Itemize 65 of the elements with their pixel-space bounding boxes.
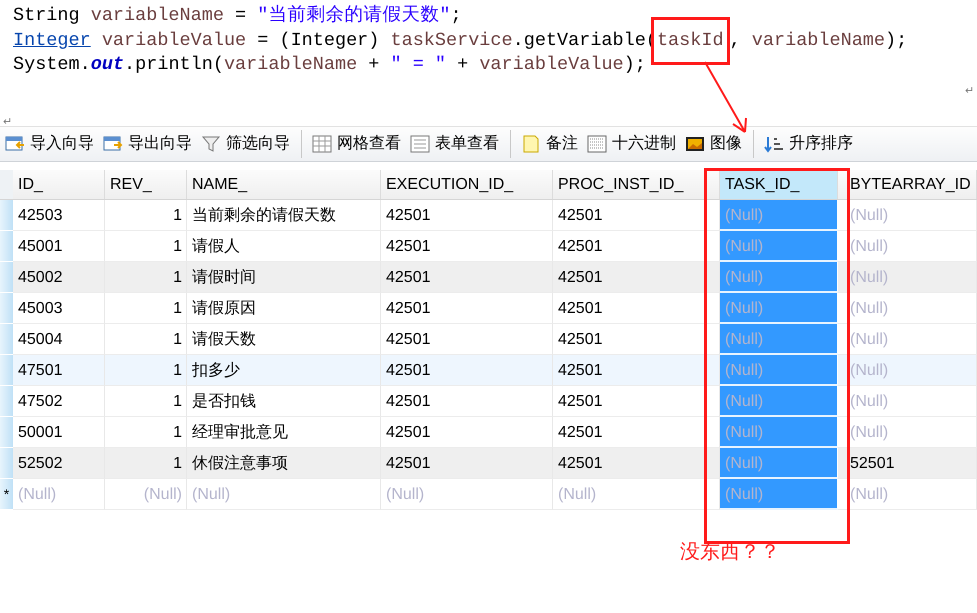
toolbar-button[interactable]: 导入向导 — [3, 128, 101, 158]
table-wizard-icon — [103, 134, 123, 152]
row-header[interactable] — [0, 354, 13, 386]
table-row[interactable]: 50001 1 经理审批意见 42501 42501 (Null) (Null) — [0, 416, 977, 448]
toolbar-button[interactable]: 十六进制 — [585, 128, 683, 158]
row-header[interactable] — [0, 386, 13, 416]
column-header[interactable]: EXECUTION_ID_ — [381, 170, 553, 198]
column-header[interactable]: TASK_ID_ — [720, 170, 838, 198]
filter-icon — [201, 134, 221, 152]
table-cell: (Null) — [720, 416, 838, 448]
table-cell: (Null) — [720, 324, 838, 354]
table-cell: (Null) — [105, 478, 187, 510]
table-row[interactable]: 45004 1 请假天数 42501 42501 (Null) (Null) — [0, 324, 977, 354]
form-icon — [410, 134, 430, 152]
row-header[interactable] — [0, 292, 13, 324]
table-cell: (Null) — [720, 230, 838, 262]
column-header[interactable]: ID_ — [13, 170, 105, 198]
toolbar-button[interactable]: 图像 — [683, 128, 749, 158]
toolbar-button[interactable]: 备注 — [519, 128, 585, 158]
table-cell: (Null) — [720, 386, 838, 416]
table-row[interactable]: 45001 1 请假人 42501 42501 (Null) (Null) — [0, 230, 977, 262]
table-cell: (Null) — [838, 478, 977, 510]
table-cell: (Null) — [720, 292, 838, 324]
code-line: System.out.println(variableName + " = " + variableValue); — [13, 53, 647, 77]
table-row[interactable]: 47502 1 是否扣钱 42501 42501 (Null) (Null) — [0, 386, 977, 416]
table-row[interactable]: * (Null) (Null) (Null) (Null) (Null) (Null) (Null) — [0, 478, 977, 510]
image-icon — [685, 134, 705, 152]
table-row[interactable]: 52502 1 休假注意事项 42501 42501 (Null) 52501 — [0, 448, 977, 478]
paragraph-mark: ↵ — [2, 116, 13, 128]
column-header[interactable]: BYTEARRAY_ID — [838, 170, 977, 198]
toolbar-button[interactable]: 升序排序 — [762, 128, 860, 158]
table-cell: (Null) — [13, 478, 105, 510]
toolbar-button[interactable]: 网格查看 — [310, 128, 408, 158]
code-line: Integer variableValue = (Integer) taskService.getVariable(taskId , variableName); — [13, 28, 977, 53]
hex-grid-icon — [587, 134, 607, 152]
toolbar-button[interactable]: 导出向导 — [101, 128, 199, 158]
table-cell: (Null) — [720, 200, 838, 230]
table-row[interactable]: 45002 1 请假时间 42501 42501 (Null) (Null) — [0, 262, 977, 292]
row-header[interactable] — [0, 230, 13, 262]
row-header[interactable] — [0, 200, 13, 230]
row-header — [0, 170, 13, 198]
toolbar-button[interactable]: 筛选向导 — [199, 128, 297, 158]
toolbar-button[interactable]: 表单查看 — [408, 128, 506, 158]
table-cell: (Null) — [187, 478, 381, 510]
column-header[interactable]: NAME_ — [187, 170, 381, 198]
note-icon — [521, 134, 541, 152]
table-wizard-icon — [5, 134, 25, 152]
row-header[interactable]: * — [0, 478, 13, 510]
grid-icon — [312, 134, 332, 152]
row-header[interactable] — [0, 324, 13, 354]
column-header[interactable]: REV_ — [105, 170, 187, 198]
table-cell: (Null) — [720, 448, 838, 478]
table-row[interactable]: 42503 1 当前剩余的请假天数 42501 42501 (Null) (Null) — [0, 200, 977, 230]
table-cell: (Null) — [381, 478, 553, 510]
code-line: String variableName = "当前剩余的请假天数"; — [13, 4, 463, 28]
row-header[interactable] — [0, 416, 13, 448]
sort-ascending-icon — [764, 134, 784, 152]
table-row[interactable]: 45003 1 请假原因 42501 42501 (Null) (Null) — [0, 292, 977, 324]
table-cell: (Null) — [720, 262, 838, 292]
table-cell: (Null) — [720, 354, 838, 386]
table-row[interactable]: 47501 1 扣多少 42501 42501 (Null) (Null) — [0, 354, 977, 386]
row-header[interactable] — [0, 448, 13, 478]
row-header[interactable] — [0, 262, 13, 292]
table-cell: (Null) — [720, 478, 838, 510]
paragraph-mark: ↵ — [964, 84, 975, 96]
